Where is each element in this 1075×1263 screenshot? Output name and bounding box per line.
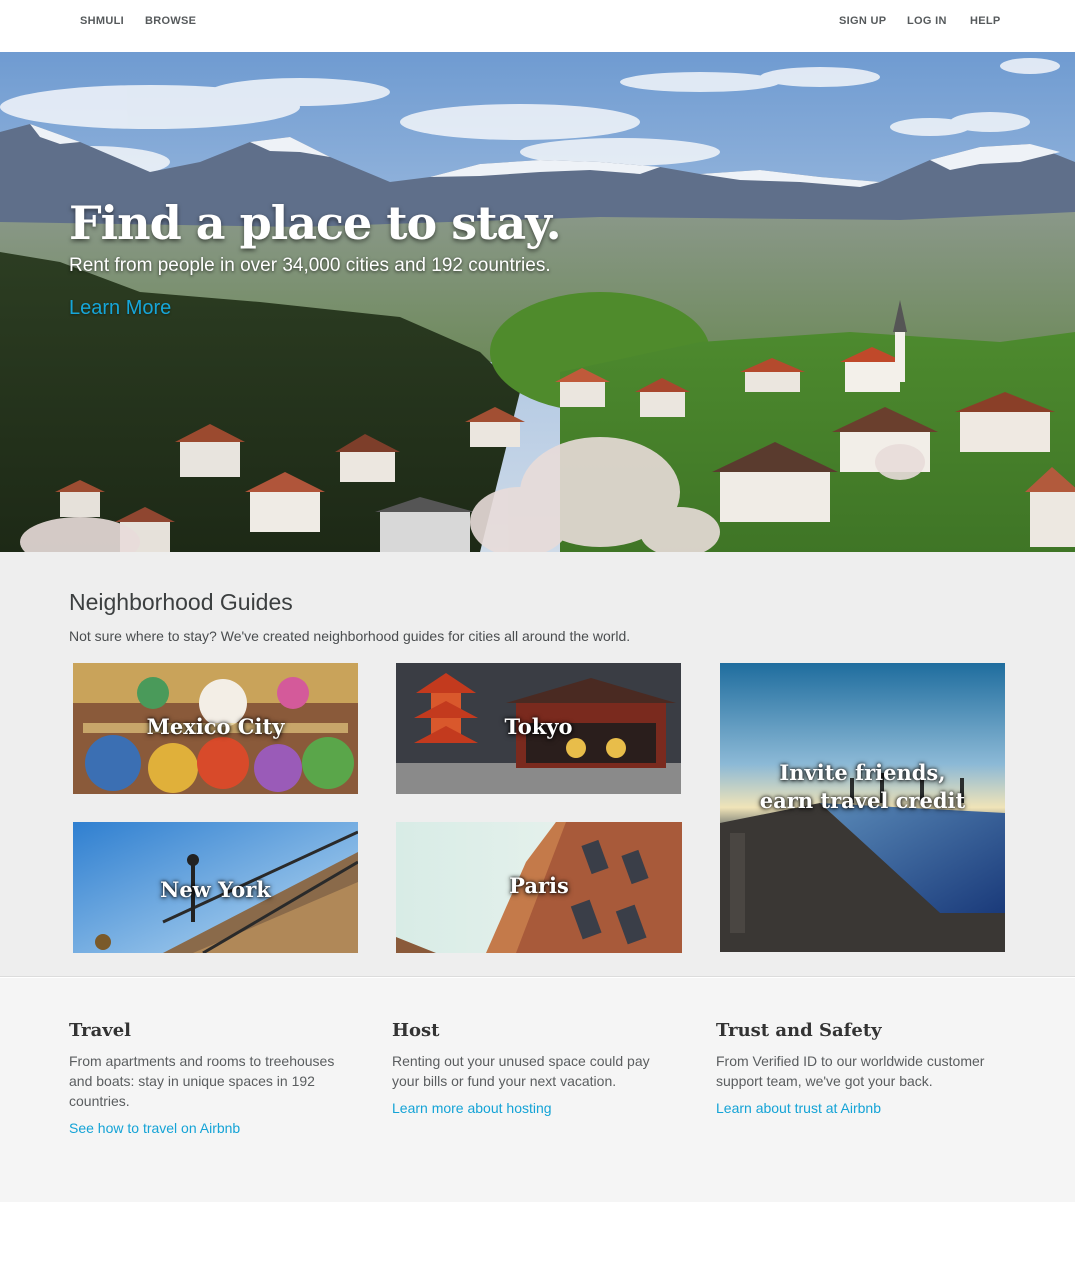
host-column: Host Renting out your unused space could… <box>392 1020 677 1118</box>
guide-label-new-york: New York <box>160 877 271 902</box>
guides-title: Neighborhood Guides <box>69 589 293 615</box>
travel-link[interactable]: See how to travel on Airbnb <box>69 1120 240 1136</box>
learn-more-link[interactable]: Learn More <box>69 297 171 320</box>
top-navigation: SHMULI BROWSE SIGN UP LOG IN HELP <box>0 0 1075 52</box>
host-heading: Host <box>392 1020 440 1041</box>
neighborhood-guides-section: Neighborhood Guides Not sure where to st… <box>0 552 1075 977</box>
hero-title: Find a place to stay. <box>69 196 562 250</box>
hero-subtitle: Rent from people in over 34,000 cities a… <box>69 255 551 276</box>
nav-help[interactable]: HELP <box>970 15 1001 27</box>
trust-heading: Trust and Safety <box>716 1020 882 1041</box>
guides-description: Not sure where to stay? We've created ne… <box>69 628 631 644</box>
guide-label-mexico-city: Mexico City <box>146 714 285 739</box>
invite-friends-tile[interactable]: Invite friends, earn travel credit <box>720 663 1005 952</box>
invite-label-line2: earn travel credit <box>759 788 966 813</box>
trust-column: Trust and Safety From Verified ID to our… <box>716 1020 1001 1118</box>
guide-tile-tokyo[interactable]: Tokyo <box>396 663 681 794</box>
host-link[interactable]: Learn more about hosting <box>392 1100 552 1116</box>
guide-tile-paris[interactable]: Paris <box>396 822 682 953</box>
invite-label-line1: Invite friends, <box>779 760 946 785</box>
guide-label-paris: Paris <box>509 873 569 898</box>
trust-link[interactable]: Learn about trust at Airbnb <box>716 1100 881 1116</box>
guide-tile-new-york[interactable]: New York <box>73 822 358 953</box>
travel-heading: Travel <box>69 1020 131 1041</box>
host-text: Renting out your unused space could pay … <box>392 1053 650 1089</box>
nav-user-menu[interactable]: SHMULI <box>80 15 124 27</box>
travel-column: Travel From apartments and rooms to tree… <box>69 1020 354 1138</box>
nav-log-in[interactable]: LOG IN <box>907 15 947 27</box>
trust-text: From Verified ID to our worldwide custom… <box>716 1053 985 1089</box>
hero-banner: Find a place to stay. Rent from people i… <box>0 52 1075 552</box>
guide-label-tokyo: Tokyo <box>504 714 573 739</box>
info-section: Travel From apartments and rooms to tree… <box>0 978 1075 1202</box>
guide-tile-mexico-city[interactable]: Mexico City <box>73 663 358 794</box>
travel-text: From apartments and rooms to treehouses … <box>69 1053 335 1109</box>
nav-browse[interactable]: BROWSE <box>145 15 196 27</box>
nav-sign-up[interactable]: SIGN UP <box>839 15 886 27</box>
